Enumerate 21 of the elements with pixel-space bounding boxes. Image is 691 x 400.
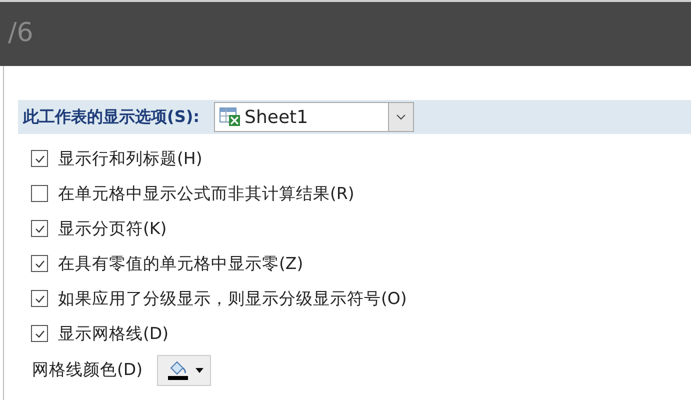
checkbox[interactable] xyxy=(31,325,48,342)
paint-bucket-icon xyxy=(166,359,190,381)
checkbox-label: 显示行和列标题(H) xyxy=(58,148,202,170)
sheet-dropdown[interactable]: Sheet1 xyxy=(214,102,414,132)
checkbox[interactable] xyxy=(31,255,48,272)
checkbox-label: 如果应用了分级显示，则显示分级显示符号(O) xyxy=(58,288,407,310)
checkbox[interactable] xyxy=(31,220,48,237)
checkbox-label: 在具有零值的单元格中显示零(Z) xyxy=(58,252,304,274)
checkbox[interactable] xyxy=(31,185,48,202)
checkbox[interactable] xyxy=(31,150,48,167)
section-title: 此工作表的显示选项(S): xyxy=(23,106,200,128)
spreadsheet-icon xyxy=(218,107,241,127)
checkbox[interactable] xyxy=(31,290,48,307)
gridline-color-label: 网格线颜色(D) xyxy=(32,359,143,381)
page-label: /6 xyxy=(8,18,34,48)
checkbox-label: 在单元格中显示公式而非其计算结果(R) xyxy=(58,182,354,204)
checkbox-label: 显示分页符(K) xyxy=(58,218,167,240)
checkbox-label: 显示网格线(D) xyxy=(58,322,169,344)
color-picker-button[interactable] xyxy=(156,354,211,386)
chevron-down-icon xyxy=(396,114,406,120)
caret-icon xyxy=(194,368,204,372)
